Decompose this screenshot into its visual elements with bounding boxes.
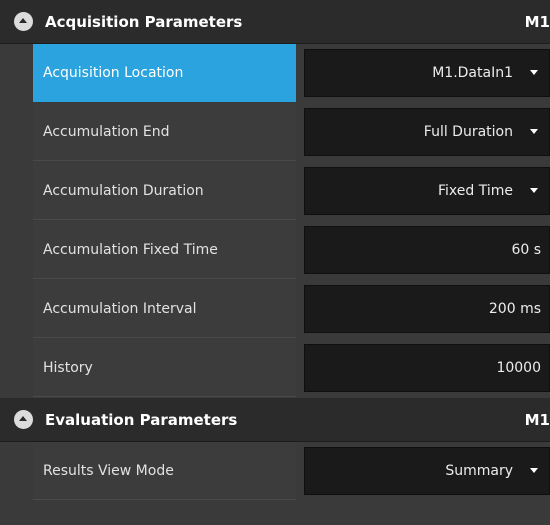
- accumulation-end-dropdown[interactable]: Full Duration: [304, 108, 550, 156]
- chevron-down-icon[interactable]: [530, 70, 538, 75]
- field-value: 60 s: [511, 242, 541, 258]
- section-header-evaluation[interactable]: Evaluation Parameters M1: [0, 398, 550, 442]
- property-row-accumulation-duration: Accumulation Duration Fixed Time: [0, 162, 550, 221]
- collapse-icon[interactable]: [14, 12, 33, 31]
- property-label[interactable]: Accumulation End: [33, 103, 296, 161]
- property-label[interactable]: History: [33, 339, 296, 397]
- dropdown-value: Full Duration: [423, 124, 513, 140]
- property-row-results-view-mode: Results View Mode Summary: [0, 442, 550, 501]
- section-header-acquisition[interactable]: Acquisition Parameters M1: [0, 0, 550, 44]
- dropdown-value: M1.DataIn1: [432, 65, 513, 81]
- dropdown-value: Summary: [445, 463, 513, 479]
- section-scope-label: M1: [524, 13, 550, 31]
- accumulation-duration-dropdown[interactable]: Fixed Time: [304, 167, 550, 215]
- chevron-down-icon[interactable]: [530, 468, 538, 473]
- dropdown-value: Fixed Time: [438, 183, 513, 199]
- property-label[interactable]: Accumulation Interval: [33, 280, 296, 338]
- acquisition-location-dropdown[interactable]: M1.DataIn1: [304, 49, 550, 97]
- chevron-down-icon[interactable]: [530, 188, 538, 193]
- chevron-down-icon[interactable]: [530, 129, 538, 134]
- property-label[interactable]: Accumulation Duration: [33, 162, 296, 220]
- section-scope-label: M1: [524, 411, 550, 429]
- property-label[interactable]: Accumulation Fixed Time: [33, 221, 296, 279]
- field-value: 10000: [496, 360, 541, 376]
- accumulation-interval-field[interactable]: 200 ms: [304, 285, 550, 333]
- property-row-accumulation-interval: Accumulation Interval 200 ms: [0, 280, 550, 339]
- property-row-accumulation-fixed-time: Accumulation Fixed Time 60 s: [0, 221, 550, 280]
- property-row-acquisition-location: Acquisition Location M1.DataIn1: [0, 44, 550, 103]
- history-field[interactable]: 10000: [304, 344, 550, 392]
- field-value: 200 ms: [488, 301, 541, 317]
- accumulation-fixed-time-field[interactable]: 60 s: [304, 226, 550, 274]
- property-row-accumulation-end: Accumulation End Full Duration: [0, 103, 550, 162]
- properties-panel: Acquisition Parameters M1 Acquisition Lo…: [0, 0, 550, 525]
- property-label[interactable]: Acquisition Location: [33, 44, 296, 102]
- section-title: Evaluation Parameters: [45, 411, 238, 429]
- collapse-icon[interactable]: [14, 410, 33, 429]
- section-title: Acquisition Parameters: [45, 13, 243, 31]
- property-row-history: History 10000: [0, 339, 550, 398]
- results-view-mode-dropdown[interactable]: Summary: [304, 447, 550, 495]
- property-label[interactable]: Results View Mode: [33, 442, 296, 500]
